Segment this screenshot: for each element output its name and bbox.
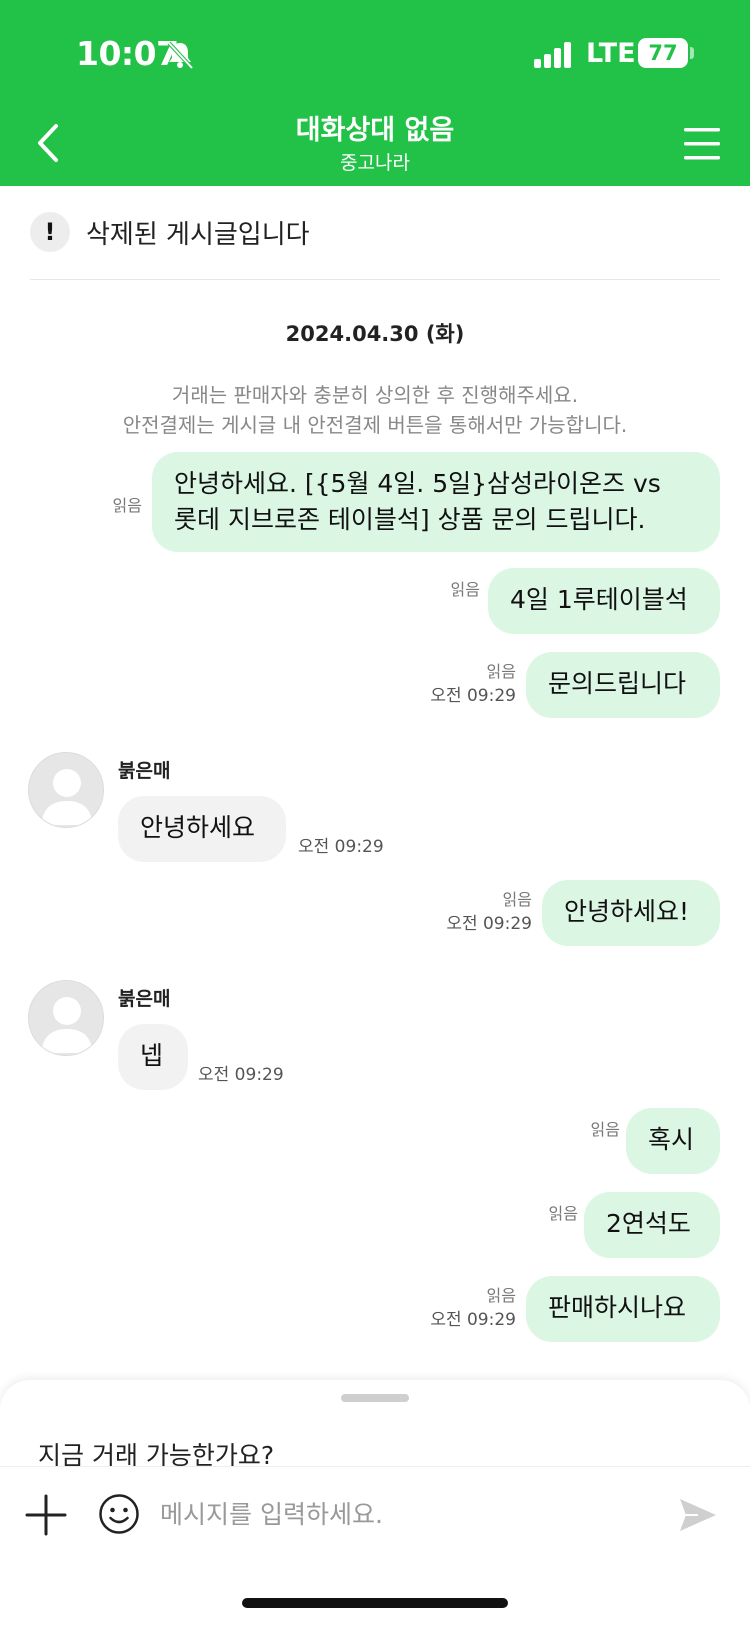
- message-time: 오전 09:29: [446, 914, 532, 934]
- send-icon[interactable]: [678, 1495, 718, 1535]
- message-text: 넵: [140, 1041, 164, 1070]
- message-meta: 읽음 오전 09:29: [410, 888, 532, 936]
- message-time: 오전 09:29: [430, 1310, 516, 1330]
- trade-guide: 거래는 판매자와 충분히 상의한 후 진행해주세요. 안전결제는 게시글 내 안…: [0, 380, 750, 440]
- person-icon: [41, 769, 93, 825]
- message-input[interactable]: [160, 1491, 630, 1537]
- read-receipt: 읽음: [502, 890, 532, 909]
- message-input-bar: [0, 1466, 750, 1576]
- message-time: 오전 09:29: [298, 837, 384, 857]
- quick-reply-suggestion[interactable]: 지금 거래 가능한가요?: [38, 1436, 718, 1468]
- read-receipt: 읽음: [590, 1120, 620, 1139]
- exclamation-icon: !: [30, 212, 70, 252]
- trade-guide-line-2: 안전결제는 게시글 내 안전결제 버튼을 통해서만 가능합니다.: [122, 413, 628, 437]
- bottom-sheet: 지금 거래 가능한가요?: [0, 1380, 750, 1626]
- chat-title: 대화상대 없음: [295, 115, 455, 146]
- message-bubble-mine[interactable]: 2연석도: [584, 1192, 720, 1258]
- message-bubble-theirs[interactable]: 안녕하세요: [118, 796, 286, 862]
- deleted-post-notice: ! 삭제된 게시글입니다: [30, 208, 720, 280]
- message-bubble-theirs[interactable]: 넵: [118, 1024, 188, 1090]
- message-meta: 읽음: [82, 494, 142, 518]
- message-time: 오전 09:29: [430, 686, 516, 706]
- plus-icon[interactable]: [24, 1493, 68, 1537]
- message-text: 혹시: [648, 1125, 695, 1154]
- message-meta: 읽음 오전 09:29: [396, 1284, 516, 1332]
- read-receipt: 읽음: [450, 580, 480, 599]
- message-bubble-mine[interactable]: 문의드립니다: [526, 652, 720, 718]
- message-bubble-mine[interactable]: 안녕하세요. [{5월 4일. 5일}삼성라이온즈 vs 롯데 지브로존 테이블…: [152, 452, 720, 552]
- sheet-drag-handle[interactable]: [341, 1394, 409, 1402]
- date-divider: 2024.04.30 (화): [285, 322, 465, 346]
- read-receipt: 읽음: [548, 1204, 578, 1223]
- status-bar: 10:07 LTE 77: [0, 0, 750, 110]
- message-text: 2연석도: [606, 1209, 691, 1238]
- bell-muted-icon: [167, 41, 194, 70]
- message-bubble-mine[interactable]: 판매하시나요: [526, 1276, 720, 1342]
- battery-tip: [690, 47, 694, 59]
- message-text: 4일 1루테이블석: [510, 585, 688, 614]
- message-text-line: 롯데 지브로존 테이블석] 상품 문의 드립니다.: [174, 505, 646, 534]
- smiley-icon[interactable]: [98, 1493, 140, 1535]
- read-receipt: 읽음: [486, 662, 516, 681]
- read-receipt: 읽음: [486, 1286, 516, 1305]
- home-indicator: [242, 1598, 508, 1608]
- chat-subtitle: 중고나라: [340, 152, 410, 174]
- message-text: 문의드립니다: [548, 669, 687, 698]
- message-text-line: 안녕하세요. [{5월 4일. 5일}삼성라이온즈 vs: [174, 469, 661, 498]
- app-header: 10:07 LTE 77 대화상대 없음 중고나라: [0, 0, 750, 186]
- battery-level: 77: [638, 38, 688, 68]
- message-bubble-mine[interactable]: 4일 1루테이블석: [488, 568, 720, 634]
- signal-icon: [534, 42, 571, 68]
- header-title-block: 대화상대 없음 중고나라: [175, 112, 575, 176]
- message-meta: 읽음: [420, 578, 480, 602]
- message-text: 안녕하세요!: [564, 897, 690, 926]
- avatar[interactable]: [28, 980, 104, 1056]
- trade-guide-line-1: 거래는 판매자와 충분히 상의한 후 진행해주세요.: [171, 383, 579, 407]
- message-meta: 읽음: [560, 1118, 620, 1142]
- status-time: 10:07: [76, 34, 179, 73]
- message-text: 안녕하세요: [140, 813, 256, 842]
- message-meta: 읽음 오전 09:29: [396, 660, 516, 708]
- sender-name: 붉은매: [118, 760, 171, 782]
- network-type: LTE: [586, 38, 636, 69]
- message-bubble-mine[interactable]: 안녕하세요!: [542, 880, 720, 946]
- avatar[interactable]: [28, 752, 104, 828]
- message-time: 오전 09:29: [198, 1065, 284, 1085]
- sender-name: 붉은매: [118, 988, 171, 1010]
- chevron-left-icon[interactable]: [30, 120, 66, 166]
- read-receipt: 읽음: [112, 496, 142, 515]
- message-bubble-mine[interactable]: 혹시: [626, 1108, 720, 1174]
- notice-text: 삭제된 게시글입니다: [86, 220, 310, 250]
- message-text: 판매하시나요: [548, 1293, 687, 1322]
- person-icon: [41, 997, 93, 1053]
- hamburger-icon[interactable]: [682, 126, 722, 162]
- message-meta: 읽음: [518, 1202, 578, 1226]
